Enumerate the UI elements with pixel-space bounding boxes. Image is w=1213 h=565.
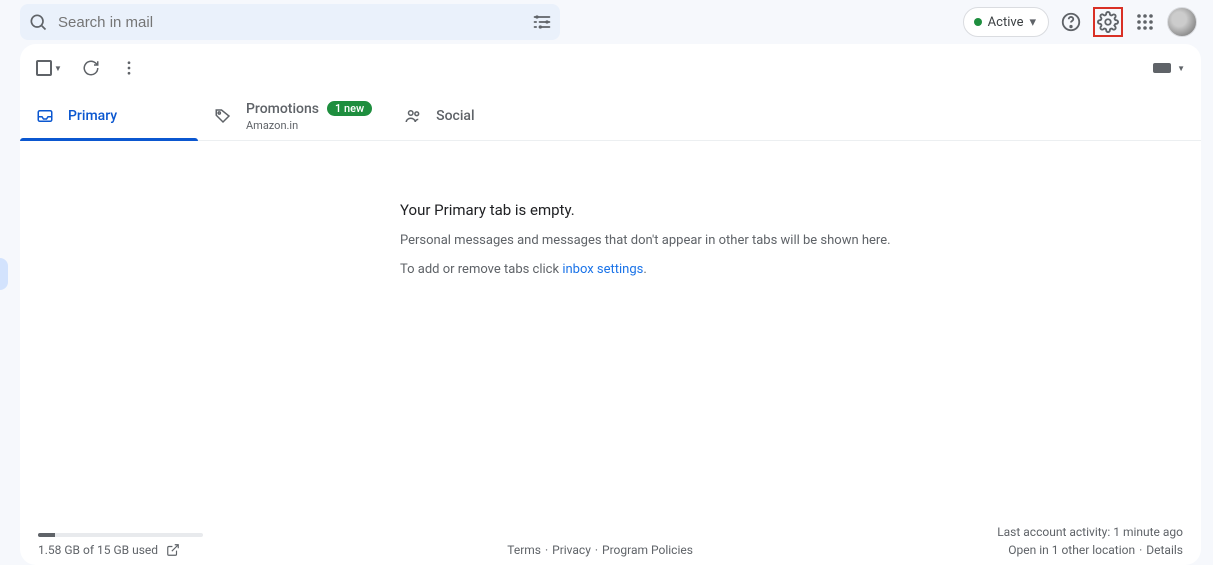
people-icon xyxy=(404,107,422,125)
category-tabs: Primary Promotions 1 new Amazon.in Socia… xyxy=(20,92,1201,141)
more-button[interactable] xyxy=(120,59,138,77)
apps-button[interactable] xyxy=(1131,8,1159,36)
storage-text: 1.58 GB of 15 GB used xyxy=(38,543,158,557)
search-icon xyxy=(28,12,48,32)
keyboard-icon xyxy=(1153,63,1171,73)
refresh-button[interactable] xyxy=(82,59,100,77)
support-button[interactable] xyxy=(1057,8,1085,36)
empty-state: Your Primary tab is empty. Personal mess… xyxy=(20,141,1201,517)
chevron-down-icon: ▼ xyxy=(1177,64,1185,73)
settings-button[interactable] xyxy=(1093,7,1123,37)
select-all-checkbox[interactable]: ▼ xyxy=(36,60,62,76)
storage-section: 1.58 GB of 15 GB used xyxy=(38,533,203,557)
chevron-down-icon: ▼ xyxy=(54,64,62,73)
storage-bar xyxy=(38,533,203,537)
footer-links: Terms·Privacy·Program Policies xyxy=(203,543,997,557)
terms-link[interactable]: Terms xyxy=(507,543,541,557)
activity-line2: Open in 1 other location xyxy=(1008,543,1135,557)
chevron-down-icon: ▾ xyxy=(1029,15,1036,30)
tab-label: Promotions xyxy=(246,101,319,117)
tab-primary[interactable]: Primary xyxy=(20,92,198,140)
main-panel: ▼ ▼ Primary Promotions xyxy=(20,44,1201,565)
open-in-new-icon[interactable] xyxy=(166,543,180,557)
new-badge: 1 new xyxy=(327,101,372,116)
inbox-settings-link[interactable]: inbox settings xyxy=(562,262,643,277)
account-avatar[interactable] xyxy=(1167,7,1197,37)
inbox-icon xyxy=(36,107,54,125)
tab-label: Primary xyxy=(68,108,117,124)
tab-label: Social xyxy=(436,108,474,124)
header: Active ▾ xyxy=(0,0,1213,44)
footer: 1.58 GB of 15 GB used Terms·Privacy·Prog… xyxy=(20,517,1201,565)
search-options-icon[interactable] xyxy=(532,12,552,32)
tab-social[interactable]: Social xyxy=(388,92,566,140)
search-box[interactable] xyxy=(20,4,560,40)
activity-line1: Last account activity: 1 minute ago xyxy=(997,525,1183,539)
input-tool-button[interactable]: ▼ xyxy=(1153,63,1185,73)
tag-icon xyxy=(214,107,232,125)
privacy-link[interactable]: Privacy xyxy=(552,543,591,557)
details-link[interactable]: Details xyxy=(1146,543,1183,557)
empty-title: Your Primary tab is empty. xyxy=(400,201,1201,219)
empty-line3: To add or remove tabs click inbox settin… xyxy=(400,262,1201,277)
tab-subtitle: Amazon.in xyxy=(246,119,372,132)
toolbar: ▼ ▼ xyxy=(20,44,1201,92)
policies-link[interactable]: Program Policies xyxy=(602,543,693,557)
search-input[interactable] xyxy=(58,14,522,31)
empty-line2: Personal messages and messages that don'… xyxy=(400,233,1201,248)
status-chip[interactable]: Active ▾ xyxy=(963,7,1049,37)
compose-nub[interactable] xyxy=(0,258,8,290)
status-label: Active xyxy=(988,15,1024,30)
active-status-dot-icon xyxy=(974,18,982,26)
tab-promotions[interactable]: Promotions 1 new Amazon.in xyxy=(198,92,388,140)
activity-section: Last account activity: 1 minute ago Open… xyxy=(997,525,1183,557)
checkbox-icon xyxy=(36,60,52,76)
